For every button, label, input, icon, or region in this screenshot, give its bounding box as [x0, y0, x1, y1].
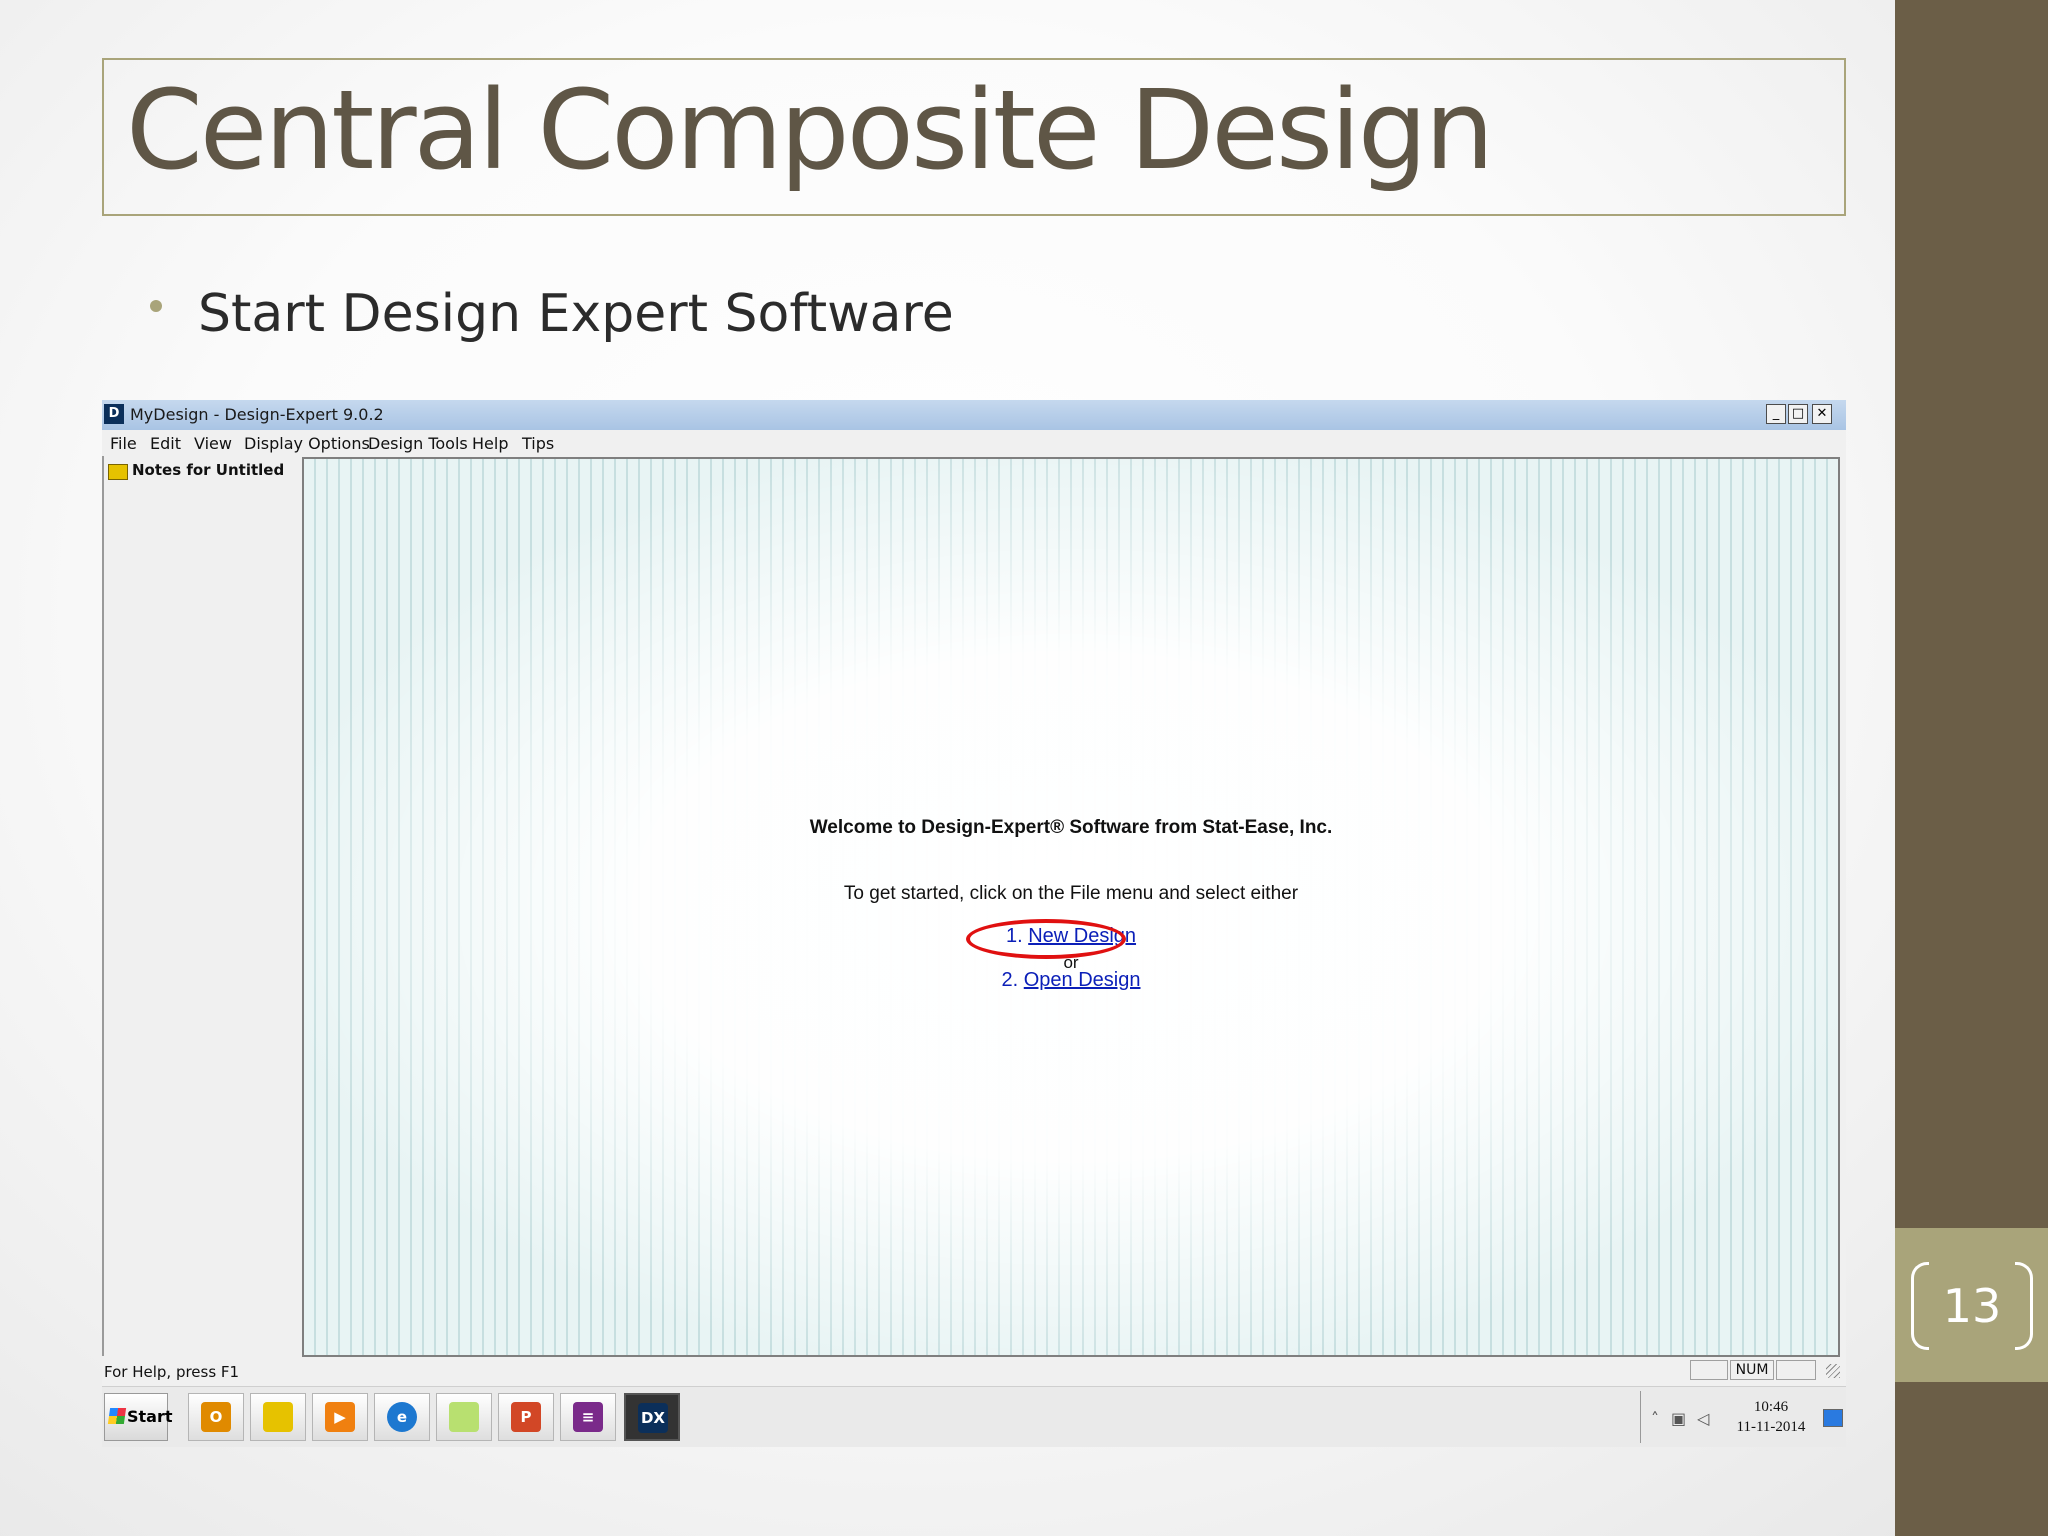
notes-panel: Notes for Untitled — [102, 456, 300, 1356]
menu-design-tools[interactable]: Design Tools — [368, 434, 468, 453]
page-number: 13 — [1911, 1262, 2033, 1350]
window-titlebar[interactable]: D MyDesign - Design-Expert 9.0.2 _ □ ✕ — [102, 400, 1846, 430]
network-icon[interactable]: ▣ — [1671, 1409, 1686, 1428]
status-bar: For Help, press F1 NUM — [102, 1358, 1846, 1384]
clock-date: 11-11-2014 — [1736, 1419, 1806, 1435]
left-bracket — [1911, 1262, 1929, 1350]
folder-icon[interactable] — [250, 1393, 306, 1441]
folder-icon — [108, 464, 128, 480]
minimize-button[interactable]: _ — [1766, 404, 1786, 424]
status-cell-empty — [1690, 1360, 1728, 1380]
folder-glyph — [263, 1402, 293, 1432]
winrar-glyph: ≡ — [573, 1402, 603, 1432]
menu-edit[interactable]: Edit — [150, 434, 181, 453]
sticky-notes-glyph — [449, 1402, 479, 1432]
status-num: NUM — [1730, 1360, 1774, 1380]
close-button[interactable]: ✕ — [1812, 404, 1832, 424]
clock-time: 10:46 — [1753, 1399, 1789, 1415]
status-cell-empty-2 — [1776, 1360, 1816, 1380]
taskbar: Start O ▶ e P ≡ DX ˄ ▣ ◁ 10:46 11-11-201… — [102, 1386, 1846, 1447]
windows-flag-icon — [107, 1408, 127, 1424]
design-expert-screenshot: D MyDesign - Design-Expert 9.0.2 _ □ ✕ F… — [102, 400, 1846, 1447]
outlook-icon[interactable]: O — [188, 1393, 244, 1441]
outlook-glyph: O — [201, 1402, 231, 1432]
powerpoint-glyph: P — [511, 1402, 541, 1432]
notes-tree-item[interactable]: Notes for Untitled — [132, 461, 284, 479]
volume-icon[interactable]: ◁ — [1697, 1409, 1709, 1428]
welcome-heading: Welcome to Design-Expert® Software from … — [809, 817, 1333, 838]
menu-file[interactable]: File — [110, 434, 137, 453]
media-player-icon[interactable]: ▶ — [312, 1393, 368, 1441]
menu-tips[interactable]: Tips — [522, 434, 554, 453]
ie-glyph: e — [387, 1402, 417, 1432]
design-expert-icon[interactable]: DX — [624, 1393, 680, 1441]
resize-grip[interactable] — [1826, 1364, 1840, 1378]
menu-help[interactable]: Help — [472, 434, 508, 453]
option2-number: 2. — [1001, 969, 1019, 991]
internet-explorer-icon[interactable]: e — [374, 1393, 430, 1441]
menu-bar: File Edit View Display Options Design To… — [102, 430, 1846, 456]
show-desktop-icon[interactable] — [1823, 1409, 1843, 1427]
slide-title-box: Central Composite Design — [102, 58, 1846, 216]
menu-display-options[interactable]: Display Options — [244, 434, 370, 453]
welcome-instruction: To get started, click on the File menu a… — [843, 883, 1299, 904]
winrar-icon[interactable]: ≡ — [560, 1393, 616, 1441]
page-number-text: 13 — [1942, 1279, 2002, 1333]
right-bracket — [2015, 1262, 2033, 1350]
slide-title: Central Composite Design — [126, 66, 1494, 194]
option-open-design: 2. Open Design — [304, 969, 1838, 992]
status-help-text: For Help, press F1 — [104, 1363, 240, 1381]
start-button[interactable]: Start — [104, 1393, 173, 1441]
window-title: MyDesign - Design-Expert 9.0.2 — [130, 405, 384, 424]
clock[interactable]: 10:46 11-11-2014 — [1731, 1397, 1811, 1437]
welcome-area: Welcome to Design-Expert® Software from … — [302, 457, 1840, 1357]
menu-view[interactable]: View — [194, 434, 232, 453]
bullet-icon — [150, 300, 162, 312]
open-design-link[interactable]: Open Design — [1024, 969, 1141, 991]
tray-expand-icon[interactable]: ˄ — [1651, 1409, 1659, 1428]
powerpoint-icon[interactable]: P — [498, 1393, 554, 1441]
sticky-notes-icon[interactable] — [436, 1393, 492, 1441]
maximize-button[interactable]: □ — [1788, 404, 1808, 424]
highlight-circle — [966, 919, 1126, 959]
start-label: Start — [127, 1407, 173, 1426]
design-expert-app-icon: D — [104, 404, 124, 424]
design-expert-glyph: DX — [638, 1403, 668, 1433]
media-player-glyph: ▶ — [325, 1402, 355, 1432]
bullet-text: Start Design Expert Software — [198, 284, 954, 344]
system-tray: ˄ ▣ ◁ 10:46 11-11-2014 — [1640, 1391, 1847, 1443]
